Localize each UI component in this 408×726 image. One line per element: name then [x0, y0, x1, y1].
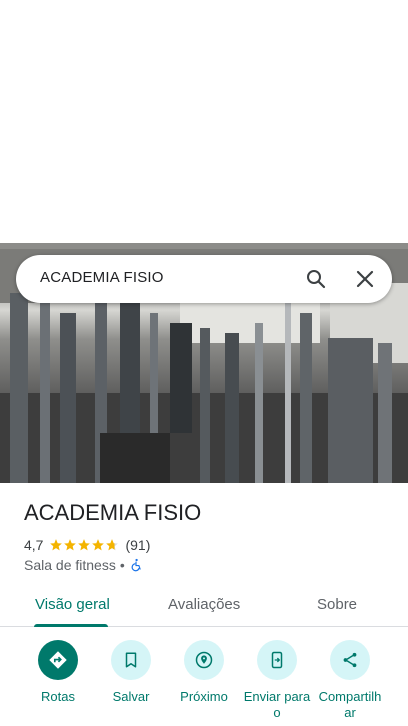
action-bar: Rotas Salvar Próximo Enviar para o Compa…: [0, 640, 408, 726]
place-title: ACADEMIA FISIO: [24, 500, 202, 525]
star-icon: [92, 539, 105, 551]
directions-label: Rotas: [41, 689, 75, 704]
nearby-label: Próximo: [180, 689, 228, 704]
place-tabs: Visão geral Avaliações Sobre: [0, 585, 408, 627]
search-input[interactable]: ACADEMIA FISIO: [40, 269, 164, 286]
share-label: Compartilhar: [318, 689, 382, 720]
active-tab-indicator: [34, 624, 108, 627]
share-button[interactable]: Compartilhar: [310, 640, 390, 721]
nearby-circle: [184, 640, 224, 680]
tab-about[interactable]: Sobre: [317, 596, 357, 613]
send-to-phone-label: Enviar para o: [243, 689, 311, 720]
tab-overview[interactable]: Visão geral: [35, 596, 110, 613]
nearby-button[interactable]: Próximo: [164, 640, 244, 705]
star-icon: [64, 539, 77, 551]
save-button[interactable]: Salvar: [91, 640, 171, 705]
rating-row[interactable]: 4,7 (91): [24, 536, 150, 554]
directions-circle: [38, 640, 78, 680]
separator-dot: •: [119, 557, 125, 573]
save-label: Salvar: [112, 689, 150, 704]
send-to-phone-circle: [257, 640, 297, 680]
rating-stars: [49, 538, 119, 552]
share-icon: [343, 652, 357, 668]
search-icon[interactable]: [304, 267, 328, 291]
category-row: Sala de fitness •: [24, 556, 143, 574]
star-icon: [50, 539, 63, 551]
send-to-phone-icon: [271, 651, 283, 669]
directions-button[interactable]: Rotas: [18, 640, 98, 705]
star-half-icon: [106, 539, 119, 551]
wheelchair-accessible-icon: [131, 558, 141, 572]
directions-icon: [49, 651, 67, 669]
rating-value: 4,7: [24, 537, 44, 553]
reviews-count: (91): [125, 537, 151, 553]
save-circle: [111, 640, 151, 680]
bookmark-icon: [125, 652, 137, 668]
tab-reviews[interactable]: Avaliações: [168, 596, 240, 613]
search-bar[interactable]: ACADEMIA FISIO: [16, 255, 392, 303]
nearby-icon: [195, 651, 213, 669]
place-category: Sala de fitness: [24, 557, 116, 573]
close-icon[interactable]: [353, 267, 377, 291]
star-icon: [78, 539, 91, 551]
share-circle: [330, 640, 370, 680]
send-to-phone-button[interactable]: Enviar para o: [237, 640, 317, 721]
